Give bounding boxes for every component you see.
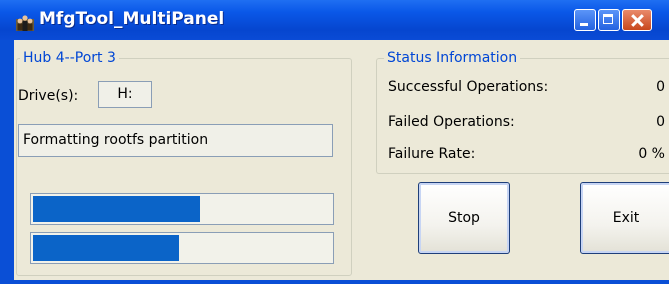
minimize-button[interactable] bbox=[574, 9, 596, 31]
successful-operations-value: 0 bbox=[656, 79, 665, 95]
window-title: MfgTool_MultiPanel bbox=[39, 9, 225, 29]
app-window: MfgTool_MultiPanel Hub 4--Port 3 Drive(s… bbox=[0, 0, 669, 284]
title-bar[interactable]: MfgTool_MultiPanel bbox=[0, 0, 669, 40]
failed-operations-label: Failed Operations: bbox=[388, 114, 515, 130]
progress-fill-2 bbox=[33, 235, 179, 261]
drive-label: Drive(s): bbox=[18, 88, 79, 104]
progress-bar-2 bbox=[30, 232, 334, 264]
status-group-label: Status Information bbox=[384, 50, 521, 66]
operation-status-field: Formatting rootfs partition bbox=[18, 124, 333, 157]
progress-bar-1 bbox=[30, 193, 334, 225]
failed-operations-value: 0 bbox=[656, 114, 665, 130]
drive-field: H: bbox=[98, 81, 152, 108]
progress-fill-1 bbox=[33, 196, 200, 222]
stop-button[interactable]: Stop bbox=[418, 182, 510, 254]
failure-rate-value: 0 % bbox=[638, 146, 665, 162]
close-button[interactable] bbox=[622, 9, 652, 31]
hub-group-label: Hub 4--Port 3 bbox=[20, 50, 119, 66]
exit-button[interactable]: Exit bbox=[580, 182, 669, 254]
failure-rate-label: Failure Rate: bbox=[388, 146, 476, 162]
client-area: Hub 4--Port 3 Drive(s): H: Formatting ro… bbox=[14, 40, 669, 280]
people-icon bbox=[16, 15, 34, 31]
maximize-button[interactable] bbox=[598, 9, 620, 31]
successful-operations-label: Successful Operations: bbox=[388, 79, 549, 95]
